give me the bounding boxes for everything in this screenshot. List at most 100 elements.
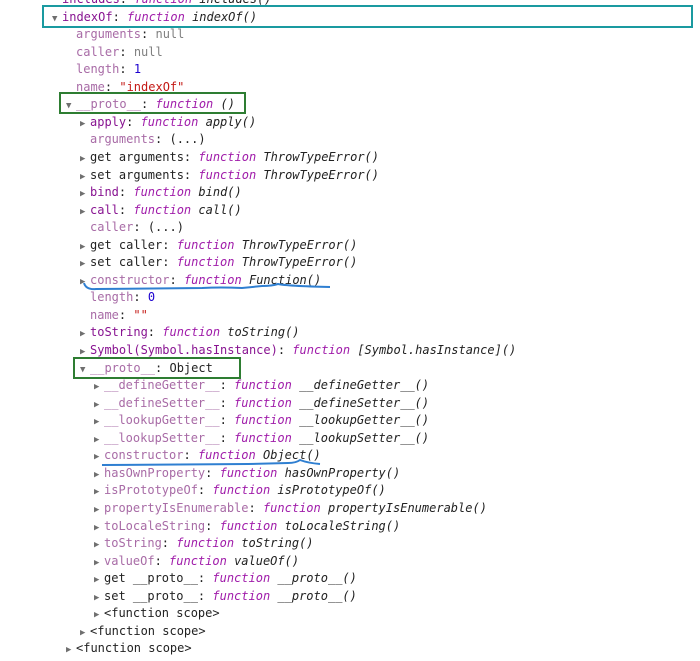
property-value: 0 (147, 290, 156, 305)
tree-row[interactable]: ▶ <function scope> (66, 640, 192, 657)
triangle-right-icon[interactable]: ▶ (80, 204, 90, 221)
function-name: __proto__() (277, 588, 357, 603)
tree-row[interactable]: ▶ __lookupGetter__: function __lookupGett… (94, 412, 429, 429)
tree-row[interactable]: ▶ propertyIsEnumerable: function property… (94, 500, 487, 517)
triangle-right-icon[interactable]: ▶ (80, 256, 90, 273)
function-name: isPrototypeOf() (277, 483, 386, 498)
function-name: ThrowTypeError() (263, 167, 379, 182)
property-key: valueOf (104, 553, 155, 568)
function-name: toLocaleString() (284, 518, 401, 533)
triangle-right-icon[interactable]: ▶ (66, 642, 76, 659)
triangle-right-icon[interactable]: ▶ (80, 274, 90, 291)
triangle-right-icon[interactable]: ▶ (94, 502, 104, 519)
property-key: caller (76, 44, 120, 59)
triangle-right-icon[interactable]: ▶ (80, 116, 90, 133)
function-name: valueOf() (234, 553, 300, 568)
tree-row: arguments: null (66, 26, 184, 43)
triangle-right-icon[interactable]: ▶ (94, 607, 104, 624)
property-key: <function scope> (104, 606, 220, 621)
function-name: propertyIsEnumerable() (327, 500, 487, 515)
key-value-separator: : (248, 500, 263, 515)
property-key: apply (90, 114, 127, 129)
function-keyword: function (198, 167, 257, 182)
function-keyword: function (219, 518, 278, 533)
function-keyword: function (262, 500, 321, 515)
property-key: get __proto__ (104, 571, 198, 586)
triangle-right-icon[interactable]: ▶ (94, 590, 104, 607)
property-key: __defineGetter__ (104, 378, 220, 393)
tree-row[interactable]: ▶ __defineSetter__: function __defineSett… (94, 395, 429, 412)
property-key: name (90, 307, 119, 322)
property-key: caller (90, 220, 134, 235)
function-keyword: function (234, 430, 292, 445)
triangle-right-icon[interactable]: ▶ (94, 555, 104, 572)
tree-row[interactable]: ▶ hasOwnProperty: function hasOwnProperty… (94, 465, 400, 482)
tree-row[interactable]: ▶ set __proto__: function __proto__() (94, 588, 357, 605)
triangle-right-icon[interactable]: ▶ (94, 467, 104, 484)
triangle-right-icon[interactable]: ▶ (94, 449, 104, 466)
key-value-separator: : (219, 430, 235, 445)
tree-row[interactable]: ▶ toString: function toString() (80, 324, 300, 341)
key-value-separator: : (162, 237, 177, 252)
key-value-separator: : (197, 588, 213, 603)
triangle-right-icon[interactable]: ▶ (80, 169, 90, 186)
tree-row[interactable]: ▶ <function scope> (80, 623, 206, 640)
tree-row[interactable]: ▶ constructor: function Object() (94, 447, 321, 464)
triangle-right-icon[interactable]: ▶ (94, 379, 104, 396)
tree-row[interactable]: ▶ apply: function apply() (80, 114, 256, 131)
function-keyword: function (162, 325, 221, 340)
function-value: function Object() (198, 448, 321, 462)
function-name: ThrowTypeError() (263, 149, 379, 164)
property-key: length (90, 290, 134, 305)
tree-row[interactable]: ▶ isPrototypeOf: function isPrototypeOf() (94, 482, 386, 499)
tree-row[interactable]: ▶ <function scope> (94, 605, 220, 622)
function-keyword: function (212, 588, 271, 603)
triangle-right-icon[interactable]: ▶ (80, 239, 90, 256)
function-keyword: function (183, 272, 242, 287)
tree-row[interactable]: ▶ set caller: function ThrowTypeError() (80, 254, 357, 271)
tree-row[interactable]: ▶ get caller: function ThrowTypeError() (80, 237, 357, 254)
property-key: set arguments (90, 167, 184, 182)
tree-row[interactable]: ▶ toString: function toString() (94, 535, 314, 552)
key-value-separator: : (118, 185, 134, 200)
tree-row[interactable]: ▶ call: function call() (80, 202, 242, 219)
tree-row[interactable]: ▶ __defineGetter__: function __defineGett… (94, 377, 429, 394)
tree-row[interactable]: ▶ set arguments: function ThrowTypeError(… (80, 167, 379, 184)
function-keyword: function (234, 378, 292, 393)
triangle-right-icon[interactable]: ▶ (80, 326, 90, 343)
triangle-right-icon[interactable]: ▶ (94, 520, 104, 537)
function-keyword: function (212, 571, 271, 586)
function-value: function __defineSetter__() (234, 396, 429, 410)
function-name: [Symbol.hasInstance]() (357, 343, 517, 357)
triangle-right-icon[interactable]: ▶ (94, 432, 104, 449)
tree-row[interactable]: ▶ get __proto__: function __proto__() (94, 570, 357, 587)
triangle-right-icon[interactable]: ▶ (94, 414, 104, 431)
tree-row: caller: (...) (80, 219, 184, 236)
triangle-right-icon[interactable]: ▶ (80, 151, 90, 168)
triangle-right-icon[interactable]: ▶ (94, 397, 104, 414)
function-keyword: function (176, 536, 235, 551)
tree-row[interactable]: ▶ __lookupSetter__: function __lookupSett… (94, 430, 429, 447)
triangle-right-icon[interactable]: ▶ (80, 625, 90, 642)
key-value-separator: : (126, 114, 141, 129)
property-key: __defineSetter__ (104, 395, 220, 410)
function-name: __lookupGetter__() (299, 413, 430, 428)
function-value: function bind() (133, 185, 241, 199)
key-value-separator: : (197, 571, 213, 586)
tree-row[interactable]: ▶ constructor: function Function() (80, 272, 321, 289)
triangle-right-icon[interactable]: ▶ (80, 186, 90, 203)
function-keyword: function (133, 185, 192, 200)
function-value: function toLocaleString() (220, 519, 401, 533)
function-keyword: function (212, 483, 271, 498)
tree-row[interactable]: ▶ bind: function bind() (80, 184, 242, 201)
triangle-right-icon[interactable]: ▶ (94, 537, 104, 554)
function-keyword: function (292, 343, 351, 357)
key-value-separator: : (118, 202, 134, 217)
tree-row[interactable]: ▶ get arguments: function ThrowTypeError(… (80, 149, 379, 166)
tree-row[interactable]: ▶ toLocaleString: function toLocaleString… (94, 518, 400, 535)
function-value: function __lookupSetter__() (234, 431, 429, 445)
triangle-right-icon[interactable]: ▶ (94, 484, 104, 501)
triangle-right-icon[interactable]: ▶ (94, 572, 104, 589)
function-keyword: function (140, 114, 199, 129)
tree-row[interactable]: ▶ valueOf: function valueOf() (94, 553, 299, 570)
